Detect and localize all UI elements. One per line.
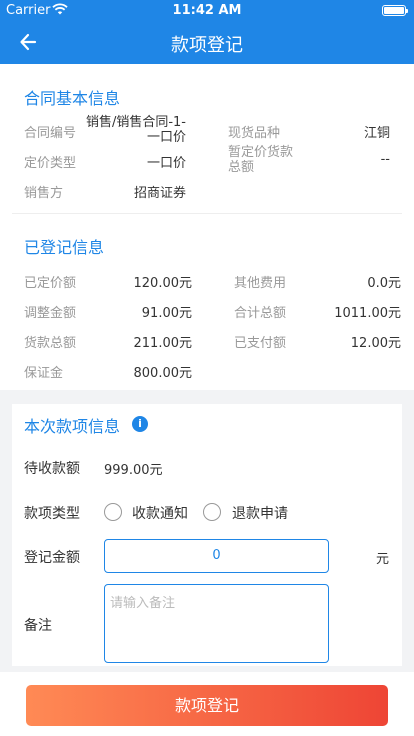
contract-no-label: 合同编号: [24, 126, 77, 141]
provisional-total-label-line1: 暂定价货款: [228, 145, 294, 160]
pricing-type-value: 一口价: [146, 156, 186, 171]
registered-info-title: 已登记信息: [24, 238, 105, 257]
product-label: 现货品种: [228, 126, 281, 141]
seller-value: 招商证券: [133, 186, 186, 201]
submit-bar: 款项登记: [0, 672, 414, 736]
nav-bar: 款项登记: [0, 20, 414, 64]
page-title: 款项登记: [171, 35, 243, 56]
total-amount-label: 合计总额: [234, 306, 287, 321]
provisional-total-value: --: [380, 152, 390, 167]
section-divider: [12, 213, 402, 214]
paid-amount-label: 已支付额: [234, 336, 287, 351]
product-value: 江铜: [363, 126, 390, 141]
amount-input-value: 0: [212, 548, 221, 563]
radio-collection-notice[interactable]: [104, 503, 122, 521]
refund-request-label[interactable]: 退款申请: [232, 503, 288, 523]
remark-textarea[interactable]: 请输入备注: [104, 584, 329, 663]
contract-no-line2: 一口价: [146, 130, 186, 145]
total-amount-value: 1011.00元: [334, 306, 401, 321]
other-fees-value: 0.0元: [367, 276, 401, 291]
deposit-label: 保证金: [24, 366, 64, 381]
contract-no-value: 销售/销售合同-1- 一口价: [80, 115, 186, 145]
contract-info-card: 合同基本信息 合同编号 销售/销售合同-1- 一口价 现货品种 江铜 定价类型 …: [0, 64, 414, 390]
contract-info-title: 合同基本信息: [24, 89, 121, 108]
adjust-amount-value: 91.00元: [141, 306, 192, 321]
payment-form-card: 本次款项信息 i 待收款额 999.00元 款项类型 收款通知 退款申请 登记金…: [12, 404, 402, 666]
payment-info-title: 本次款项信息: [24, 417, 121, 436]
provisional-total-label: 暂定价货款 总额: [228, 145, 293, 175]
status-bar: Carrier 11:42 AM: [0, 0, 414, 20]
provisional-total-label-line2: 总额: [228, 160, 255, 175]
receivable-value: 999.00元: [104, 463, 163, 478]
adjust-amount-label: 调整金额: [24, 306, 77, 321]
priced-amount-label: 已定价额: [24, 276, 77, 291]
battery-icon: [382, 5, 408, 16]
seller-label: 销售方: [24, 186, 64, 201]
remark-placeholder: 请输入备注: [110, 596, 176, 611]
priced-amount-value: 120.00元: [133, 276, 193, 291]
info-icon[interactable]: i: [132, 416, 148, 432]
receivable-label: 待收款额: [24, 461, 80, 477]
goods-total-value: 211.00元: [133, 336, 193, 351]
paid-amount-value: 12.00元: [350, 336, 401, 351]
goods-total-label: 货款总额: [24, 336, 77, 351]
remark-label: 备注: [24, 618, 52, 634]
collection-notice-label[interactable]: 收款通知: [132, 503, 188, 523]
radio-refund-request[interactable]: [203, 503, 221, 521]
amount-label: 登记金额: [24, 550, 80, 566]
amount-unit: 元: [376, 552, 390, 567]
pricing-type-label: 定价类型: [24, 156, 77, 171]
contract-no-line1: 销售/销售合同-1-: [85, 115, 186, 130]
deposit-value: 800.00元: [133, 366, 193, 381]
payment-type-label: 款项类型: [24, 506, 80, 522]
status-time: 11:42 AM: [172, 3, 242, 18]
amount-input[interactable]: 0: [104, 539, 329, 573]
submit-button[interactable]: 款项登记: [26, 685, 388, 726]
other-fees-label: 其他费用: [234, 276, 287, 291]
